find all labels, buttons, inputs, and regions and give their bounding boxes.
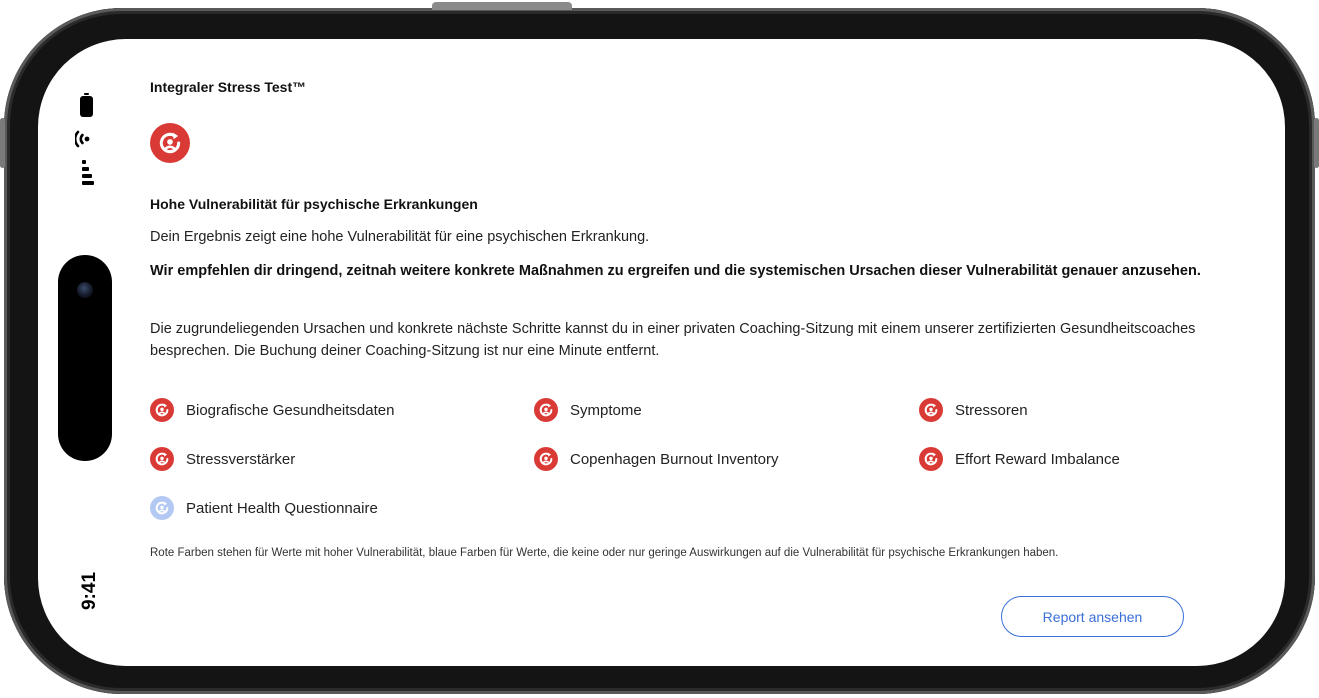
red-cycle-icon [150, 398, 174, 422]
category-item: Effort Reward Imbalance [919, 447, 1120, 471]
phone-side-button [0, 118, 5, 168]
red-cycle-icon [150, 447, 174, 471]
battery-icon [80, 93, 93, 117]
category-label: Patient Health Questionnaire [186, 499, 378, 517]
category-label: Stressverstärker [186, 450, 296, 468]
result-summary: Dein Ergebnis zeigt eine hohe Vulnerabil… [150, 229, 650, 245]
category-label: Effort Reward Imbalance [955, 450, 1120, 468]
red-cycle-icon [919, 447, 943, 471]
category-item: Copenhagen Burnout Inventory [534, 447, 778, 471]
wifi-icon [75, 130, 90, 148]
category-label: Biografische Gesundheitsdaten [186, 401, 395, 419]
category-item: Stressverstärker [150, 447, 295, 471]
blue-cycle-icon [150, 496, 174, 520]
color-legend-note: Rote Farben stehen für Werte mit hoher V… [150, 547, 1059, 559]
cellular-signal-icon [82, 160, 94, 188]
phone-side-button [1314, 118, 1319, 168]
red-cycle-icon [919, 398, 943, 422]
result-heading: Hohe Vulnerabilität für psychische Erkra… [150, 196, 478, 212]
category-item: Biografische Gesundheitsdaten [150, 398, 394, 422]
card-title: Integraler Stress Test™ [150, 79, 307, 95]
category-item: Patient Health Questionnaire [150, 496, 378, 520]
red-cycle-icon [534, 398, 558, 422]
phone-top-button [432, 2, 572, 10]
red-cycle-icon [150, 123, 190, 163]
dynamic-island [58, 255, 112, 461]
screen: 9:41 Integraler Stress Test™ Hohe Vulner… [38, 39, 1285, 666]
category-label: Copenhagen Burnout Inventory [570, 450, 779, 468]
report-button[interactable]: Report ansehen [1001, 596, 1184, 637]
red-cycle-icon [534, 447, 558, 471]
camera-icon [77, 282, 93, 298]
status-time: 9:41 [79, 571, 100, 611]
category-item: Stressoren [919, 398, 1028, 422]
category-label: Stressoren [955, 401, 1028, 419]
category-item: Symptome [534, 398, 642, 422]
result-recommendation: Wir empfehlen dir dringend, zeitnah weit… [150, 263, 1201, 279]
category-label: Symptome [570, 401, 642, 419]
result-details: Die zugrundeliegenden Ursachen und konkr… [150, 321, 1196, 359]
